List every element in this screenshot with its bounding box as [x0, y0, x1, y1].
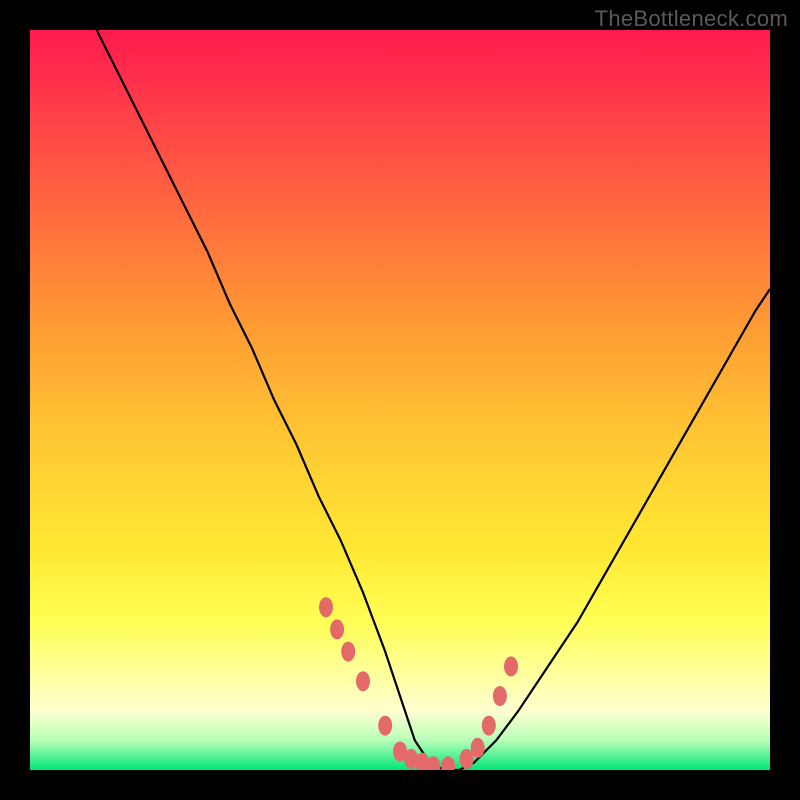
highlight-dot — [441, 756, 455, 770]
highlight-dot — [471, 738, 485, 758]
plot-area — [30, 30, 770, 770]
highlight-dot — [356, 671, 370, 691]
highlight-dot — [319, 597, 333, 617]
highlight-dot — [330, 619, 344, 639]
highlight-dot — [482, 716, 496, 736]
highlight-dot — [493, 686, 507, 706]
bottleneck-curve — [97, 30, 770, 770]
chart-svg — [30, 30, 770, 770]
chart-frame: TheBottleneck.com — [0, 0, 800, 800]
watermark-text: TheBottleneck.com — [595, 6, 788, 32]
highlight-dot — [504, 656, 518, 676]
highlight-dot — [378, 716, 392, 736]
highlight-dot — [341, 642, 355, 662]
